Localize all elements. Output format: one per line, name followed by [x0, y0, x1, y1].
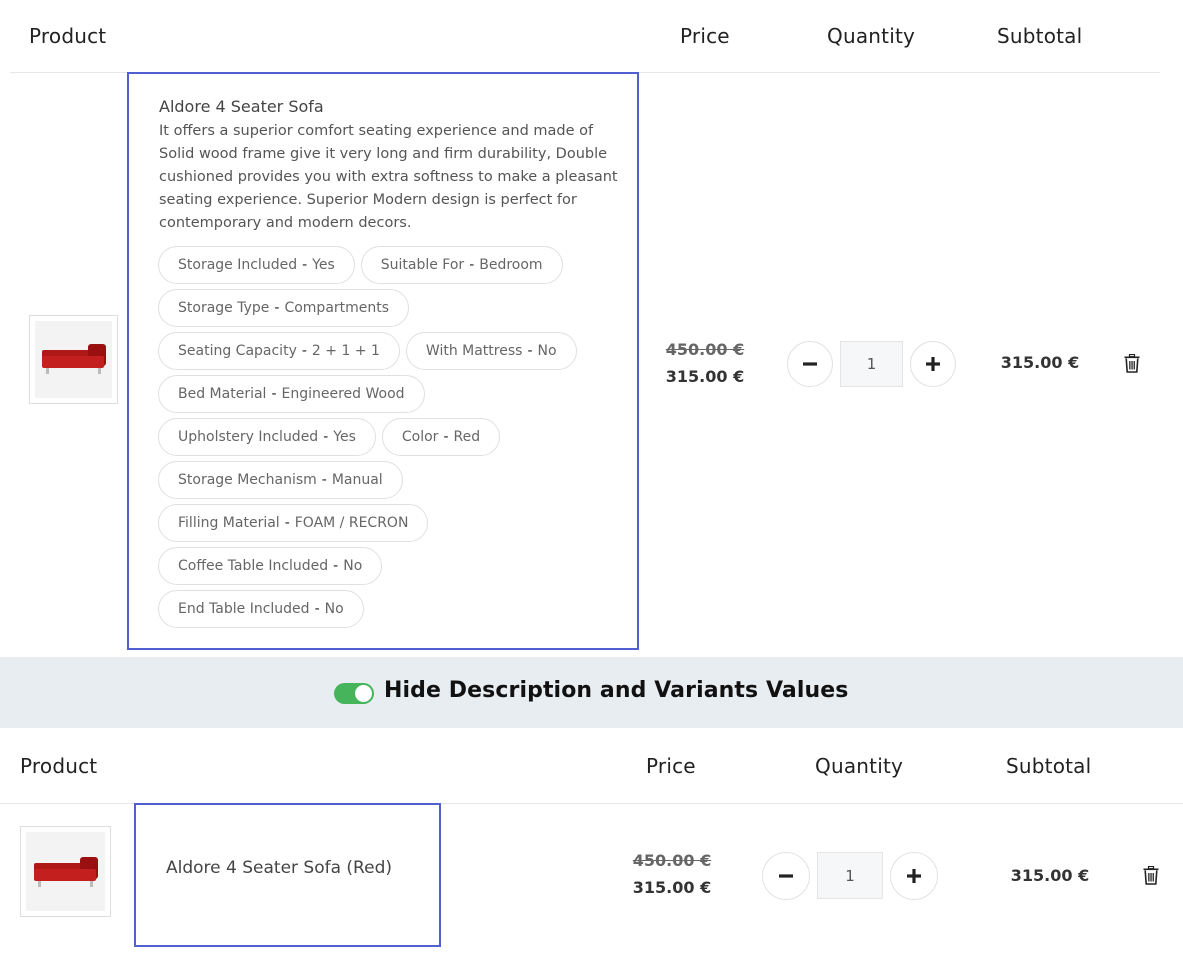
variant-value: Bedroom — [479, 257, 543, 273]
variant-value: Compartments — [284, 300, 390, 316]
original-price: 450.00 € — [665, 340, 745, 359]
column-header-price: Price — [646, 754, 696, 778]
column-header-price: Price — [680, 24, 730, 48]
variant-separator: - — [301, 343, 307, 359]
product-image[interactable] — [20, 826, 111, 917]
variant-value: Yes — [312, 257, 335, 273]
variant-name: Color — [401, 429, 439, 445]
sofa-image — [42, 344, 106, 374]
line-subtotal: 315.00 € — [1010, 866, 1090, 885]
variant-chip-row: Seating Capacity -2 + 1 + 1 With Mattress -… — [158, 332, 628, 370]
variant-value: FOAM / RECRON — [294, 515, 409, 531]
variant-name: Storage Included — [178, 257, 298, 273]
product-image[interactable] — [29, 315, 118, 404]
variant-chip: Bed Material - Engineered Wood — [158, 375, 425, 413]
variant-chip: With Mattress - No — [405, 332, 577, 370]
variant-name: Storage Type — [178, 300, 270, 316]
variant-name: Seating Capacity — [178, 343, 297, 359]
variant-chip-row: Bed Material - Engineered Wood — [158, 375, 628, 413]
variant-chip: Storage Type - Compartments — [158, 289, 410, 327]
variant-chip: Upholstery Included - Yes — [158, 418, 376, 456]
variant-chip: End Table Included - No — [158, 590, 364, 628]
column-header-product: Product — [20, 754, 98, 778]
quantity-increase-button[interactable] — [910, 341, 956, 387]
variant-chips: Storage Included - Yes Suitable For - Bedroom… — [158, 246, 628, 633]
variant-chip: Storage Included - Yes — [158, 246, 355, 284]
variant-value: No — [537, 343, 557, 359]
sale-price: 315.00 € — [632, 878, 712, 897]
quantity-decrease-button[interactable] — [787, 341, 833, 387]
variant-chip-row: Coffee Table Included - No — [158, 547, 628, 585]
original-price: 450.00 € — [632, 851, 712, 870]
variant-name: Suitable For — [380, 257, 465, 273]
variant-chip: Storage Mechanism - Manual — [158, 461, 403, 499]
variant-name: Storage Mechanism — [178, 472, 317, 488]
variant-name: Bed Material — [178, 386, 267, 402]
variant-name: End Table Included — [178, 601, 310, 617]
variant-chip: Filling Material - FOAM / RECRON — [158, 504, 429, 542]
variant-separator: - — [274, 300, 280, 316]
variant-separator: - — [527, 343, 533, 359]
variant-separator: - — [443, 429, 449, 445]
column-header-quantity: Quantity — [815, 754, 904, 778]
variant-name: Coffee Table Included — [178, 558, 329, 574]
product-name[interactable]: Aldore 4 Seater Sofa (Red) — [166, 858, 392, 878]
variant-separator: - — [323, 429, 329, 445]
variant-value: No — [343, 558, 363, 574]
column-header-subtotal: Subtotal — [1006, 754, 1092, 778]
toggle-knob — [355, 685, 372, 702]
variant-chip: Color - Red — [381, 418, 501, 456]
variant-separator: - — [469, 257, 475, 273]
column-header-product: Product — [29, 24, 107, 48]
variant-chip-row: Storage Included - Yes Suitable For - Bedroom — [158, 246, 628, 284]
sale-price: 315.00 € — [665, 367, 745, 386]
plus-icon — [926, 357, 940, 371]
variant-chip-row: End Table Included - No — [158, 590, 628, 628]
line-subtotal: 315.00 € — [1000, 353, 1080, 372]
variant-chip-row: Storage Mechanism - Manual — [158, 461, 628, 499]
hide-description-toggle[interactable] — [334, 683, 374, 704]
variant-separator: - — [302, 257, 308, 273]
variant-value: Red — [453, 429, 481, 445]
product-description: It offers a superior comfort seating exp… — [159, 123, 618, 231]
variant-value: Yes — [333, 429, 356, 445]
column-header-quantity: Quantity — [827, 24, 916, 48]
sofa-image — [34, 857, 98, 887]
variant-value: Manual — [331, 472, 383, 488]
variant-chip: Seating Capacity -2 + 1 + 1 — [158, 332, 400, 370]
variant-separator: - — [271, 386, 277, 402]
variant-chip-row: Upholstery Included - Yes Color - Red — [158, 418, 628, 456]
variant-value: 2 + 1 + 1 — [311, 343, 380, 359]
variant-chip: Suitable For - Bedroom — [360, 246, 563, 284]
product-name[interactable]: Aldore 4 Seater Sofa — [159, 97, 324, 116]
quantity-increase-button[interactable] — [890, 852, 938, 900]
variant-name: With Mattress — [425, 343, 523, 359]
minus-icon — [803, 362, 817, 366]
variant-name: Upholstery Included — [178, 429, 319, 445]
variant-separator: - — [284, 515, 290, 531]
variant-separator: - — [321, 472, 327, 488]
variant-chip: Coffee Table Included - No — [158, 547, 383, 585]
toggle-label: Hide Description and Variants Values — [384, 678, 849, 703]
variant-separator: - — [333, 558, 339, 574]
trash-icon[interactable] — [1124, 354, 1140, 373]
quantity-decrease-button[interactable] — [762, 852, 810, 900]
column-header-subtotal: Subtotal — [997, 24, 1083, 48]
variant-chip-row: Storage Type - Compartments — [158, 289, 628, 327]
variant-chip-row: Filling Material - FOAM / RECRON — [158, 504, 628, 542]
variant-value: Engineered Wood — [281, 386, 405, 402]
trash-icon[interactable] — [1143, 866, 1159, 885]
quantity-input[interactable]: 1 — [840, 341, 903, 387]
minus-icon — [779, 874, 793, 878]
plus-icon — [907, 869, 921, 883]
variant-name: Filling Material — [178, 515, 280, 531]
variant-separator: - — [314, 601, 320, 617]
variant-value: No — [324, 601, 344, 617]
quantity-input[interactable]: 1 — [817, 852, 883, 899]
